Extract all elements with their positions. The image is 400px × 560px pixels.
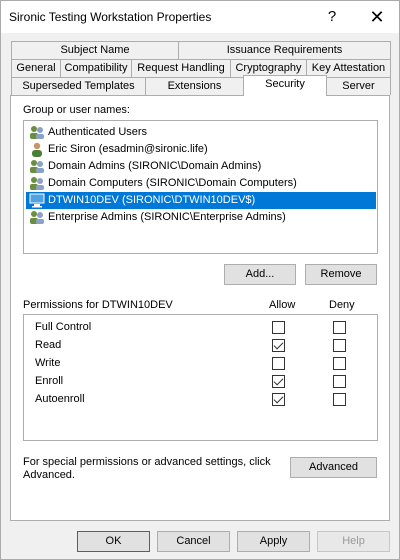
deny-checkbox[interactable] bbox=[333, 321, 346, 334]
list-item-selected[interactable]: DTWIN10DEV (SIRONIC\DTWIN10DEV$) bbox=[26, 192, 376, 209]
permission-row: Write bbox=[24, 355, 377, 373]
permission-name: Autoenroll bbox=[35, 393, 85, 405]
permission-name: Full Control bbox=[35, 321, 92, 333]
permission-row: Enroll bbox=[24, 373, 377, 391]
principal-name: Enterprise Admins (SIRONIC\Enterprise Ad… bbox=[48, 211, 286, 223]
principal-name: Authenticated Users bbox=[48, 126, 148, 138]
computer-icon bbox=[29, 193, 45, 208]
permission-name: Write bbox=[35, 357, 61, 369]
tab-general[interactable]: General bbox=[11, 59, 61, 77]
help-title-button[interactable]: ? bbox=[319, 5, 345, 29]
list-item[interactable]: Enterprise Admins (SIRONIC\Enterprise Ad… bbox=[26, 209, 376, 226]
cancel-button[interactable]: Cancel bbox=[157, 531, 230, 552]
apply-button[interactable]: Apply bbox=[237, 531, 310, 552]
security-tab-panel: Group or user names: Authenticated Users… bbox=[10, 95, 390, 521]
allow-column-header: Allow bbox=[269, 299, 296, 311]
group-users-label: Group or user names: bbox=[23, 104, 130, 116]
tab-subject-name[interactable]: Subject Name bbox=[11, 41, 179, 59]
permission-row: Read bbox=[24, 337, 377, 355]
window-title: Sironic Testing Workstation Properties bbox=[9, 10, 212, 24]
tab-server[interactable]: Server bbox=[326, 77, 391, 95]
principal-name: Domain Computers (SIRONIC\Domain Compute… bbox=[48, 177, 297, 189]
deny-checkbox[interactable] bbox=[333, 375, 346, 388]
permission-name: Enroll bbox=[35, 375, 64, 387]
permission-row: Autoenroll bbox=[24, 391, 377, 409]
principal-name: DTWIN10DEV (SIRONIC\DTWIN10DEV$) bbox=[48, 194, 256, 206]
tab-security[interactable]: Security bbox=[243, 75, 327, 96]
permission-name: Read bbox=[35, 339, 62, 351]
allow-checkbox[interactable] bbox=[272, 339, 285, 352]
tab-issuance-requirements[interactable]: Issuance Requirements bbox=[178, 41, 391, 59]
properties-dialog: Sironic Testing Workstation Properties ?… bbox=[0, 0, 400, 560]
group-icon bbox=[30, 211, 44, 224]
help-button[interactable]: Help bbox=[317, 531, 390, 552]
tab-extensions[interactable]: Extensions bbox=[145, 77, 244, 95]
user-icon bbox=[32, 142, 42, 157]
list-item[interactable]: Eric Siron (esadmin@sironic.life) bbox=[26, 141, 376, 158]
allow-checkbox[interactable] bbox=[272, 393, 285, 406]
principals-list[interactable]: Authenticated Users Eric Siron (esadmin@… bbox=[23, 120, 378, 254]
deny-checkbox[interactable] bbox=[333, 339, 346, 352]
deny-checkbox[interactable] bbox=[333, 393, 346, 406]
advanced-hint-text: For special permissions or advanced sett… bbox=[23, 456, 271, 481]
tab-superseded-templates[interactable]: Superseded Templates bbox=[11, 77, 146, 95]
principal-name: Domain Admins (SIRONIC\Domain Admins) bbox=[48, 160, 262, 172]
group-icon bbox=[30, 160, 44, 173]
principal-name: Eric Siron (esadmin@sironic.life) bbox=[48, 143, 208, 155]
close-button[interactable]: ✕ bbox=[364, 5, 390, 29]
permissions-list: Full Control Read Write Enroll Autoenrol bbox=[23, 314, 378, 441]
advanced-button[interactable]: Advanced bbox=[290, 457, 377, 478]
permissions-label: Permissions for DTWIN10DEV bbox=[23, 299, 173, 311]
tab-request-handling[interactable]: Request Handling bbox=[131, 59, 231, 77]
list-item[interactable]: Domain Computers (SIRONIC\Domain Compute… bbox=[26, 175, 376, 192]
tab-compatibility[interactable]: Compatibility bbox=[60, 59, 132, 77]
title-bar: Sironic Testing Workstation Properties ?… bbox=[1, 1, 399, 33]
deny-checkbox[interactable] bbox=[333, 357, 346, 370]
list-item[interactable]: Authenticated Users bbox=[26, 124, 376, 141]
deny-column-header: Deny bbox=[329, 299, 355, 311]
group-icon bbox=[30, 126, 44, 139]
allow-checkbox[interactable] bbox=[272, 357, 285, 370]
add-button[interactable]: Add... bbox=[224, 264, 296, 285]
allow-checkbox[interactable] bbox=[272, 375, 285, 388]
list-item[interactable]: Domain Admins (SIRONIC\Domain Admins) bbox=[26, 158, 376, 175]
remove-button[interactable]: Remove bbox=[305, 264, 377, 285]
allow-checkbox[interactable] bbox=[272, 321, 285, 334]
group-icon bbox=[30, 177, 44, 190]
permission-row: Full Control bbox=[24, 319, 377, 337]
ok-button[interactable]: OK bbox=[77, 531, 150, 552]
